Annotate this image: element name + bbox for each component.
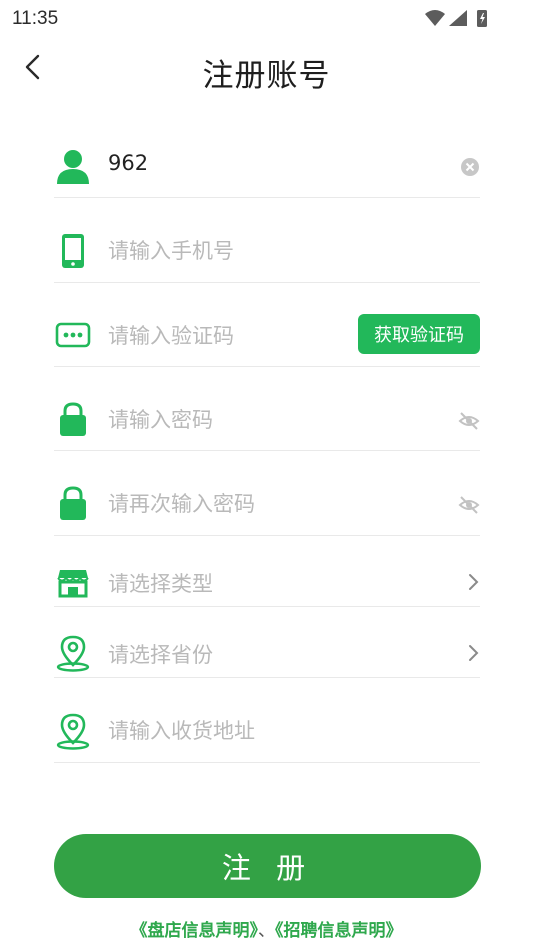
eye-off-icon[interactable] (458, 494, 480, 516)
wifi-icon (425, 10, 445, 26)
get-code-button[interactable]: 获取验证码 (358, 314, 480, 354)
type-select-placeholder: 请选择类型 (108, 572, 213, 596)
location-icon (56, 713, 90, 750)
store-statement-link[interactable]: 《盘店信息声明》 (131, 921, 259, 941)
location-icon (56, 635, 90, 672)
eye-off-icon[interactable] (458, 410, 480, 432)
signal-icon (449, 10, 467, 26)
lock-icon (60, 402, 86, 436)
status-bar: 11:35 (0, 0, 533, 36)
user-icon (57, 150, 89, 184)
agreement-separator: 、 (258, 921, 275, 941)
address-row (54, 710, 480, 763)
register-button[interactable]: 注 册 (54, 834, 481, 898)
phone-icon (62, 234, 84, 268)
code-input[interactable] (108, 319, 368, 353)
type-select-row[interactable]: 请选择类型 (54, 562, 480, 607)
status-icons (425, 10, 487, 27)
lock-icon (60, 486, 86, 520)
code-row: 获取验证码 (54, 314, 480, 367)
agreements-line: 《盘店信息声明》、《招聘信息声明》 (0, 916, 533, 941)
status-time: 11:35 (12, 8, 59, 29)
address-input[interactable] (108, 714, 368, 748)
password-confirm-input[interactable] (108, 487, 368, 521)
username-row (54, 142, 480, 198)
phone-row (54, 226, 480, 283)
password-input[interactable] (108, 403, 368, 437)
sms-icon (55, 322, 91, 348)
phone-input[interactable] (108, 234, 368, 268)
navigation-bar: 注册账号 (0, 40, 533, 100)
password-confirm-row (54, 480, 480, 536)
chevron-right-icon (469, 645, 479, 661)
recruit-statement-link[interactable]: 《招聘信息声明》 (275, 921, 403, 941)
username-input[interactable] (108, 146, 368, 180)
page-title: 注册账号 (202, 58, 331, 94)
password-row (54, 396, 480, 451)
province-select-placeholder: 请选择省份 (108, 643, 213, 667)
store-icon (57, 570, 89, 598)
chevron-right-icon (469, 574, 479, 590)
province-select-row[interactable]: 请选择省份 (54, 632, 480, 678)
clear-icon[interactable] (460, 157, 480, 177)
